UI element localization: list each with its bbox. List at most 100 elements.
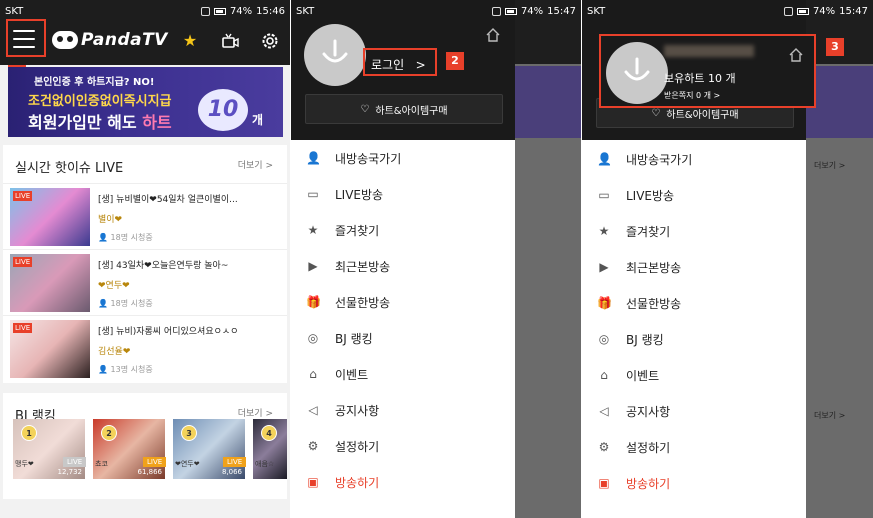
- menu-item[interactable]: 🎁 선물한방송: [291, 284, 515, 320]
- battery-icon: [213, 7, 226, 15]
- home-screen-panel: SKT 74% 15:46 1 PandaTV ★ 본인인증 후 하트지급? N…: [0, 0, 290, 518]
- signal-icon: [200, 6, 210, 16]
- menu-item-label: 내방송국가기: [335, 151, 402, 166]
- highlight-box-1: [6, 19, 46, 57]
- live-thumbnail: LIVE: [10, 320, 90, 378]
- gift-icon: 🎁: [597, 296, 612, 310]
- broadcast-icon: ▣: [598, 476, 610, 490]
- carrier-label: SKT: [587, 5, 606, 17]
- heart-icon: ♡: [651, 107, 661, 119]
- banner-unit: 개: [252, 113, 264, 127]
- menu-item[interactable]: ◎ BJ 랭킹: [291, 320, 515, 356]
- bj-rank-item[interactable]: 4: [253, 419, 287, 479]
- broadcast-icon[interactable]: [220, 31, 240, 51]
- live-item[interactable]: LIVE [생] 43일차❤오늘은연두랑 놀아~ ❤연두❤ 👤 18명 시청중: [3, 249, 287, 315]
- menu-item[interactable]: ▶ 최근본방송: [291, 248, 515, 284]
- annotation-badge-2: 2: [446, 52, 464, 70]
- broadcast-icon: ▣: [307, 475, 319, 489]
- star-icon[interactable]: ★: [180, 31, 200, 51]
- bj-name: 애음☆: [255, 460, 275, 468]
- buy-hearts-button[interactable]: ♡ 하트&아이템구매: [305, 94, 503, 124]
- menu-item[interactable]: ▶ 최근본방송: [582, 249, 806, 285]
- menu-item[interactable]: ▭ LIVE방송: [291, 176, 515, 212]
- megaphone-icon: ◁: [308, 403, 318, 417]
- menu-item[interactable]: ★ 즐겨찾기: [582, 213, 806, 249]
- logo-text: PandaTV: [81, 30, 168, 50]
- menu-item-label: 즐겨찾기: [626, 224, 671, 239]
- menu-item[interactable]: ▣ 방송하기: [582, 465, 806, 501]
- more-link[interactable]: 더보기 >: [238, 406, 273, 419]
- live-tv-icon: ▭: [598, 188, 610, 202]
- live-user: ❤연두❤: [98, 281, 130, 291]
- medal-icon: ◎: [307, 331, 319, 345]
- star-icon: ★: [598, 224, 610, 238]
- menu-item[interactable]: 👤 내방송국가기: [291, 140, 515, 176]
- battery-icon: [504, 7, 517, 15]
- bj-live-tag: LIVE: [63, 457, 87, 467]
- gift-icon: 🎁: [306, 295, 321, 309]
- menu-item-label: 선물한방송: [335, 295, 391, 310]
- menu-item[interactable]: ◁ 공지사항: [291, 392, 515, 428]
- highlight-box-2: [363, 48, 437, 76]
- live-title: [생] 43일차❤오늘은연두랑 놀아~: [98, 261, 229, 271]
- live-section: 실시간 핫이슈 LIVE 더보기 > LIVE [생] 뉴비별이❤54일차 얼큰…: [3, 145, 287, 383]
- menu-item-label: BJ 랭킹: [335, 331, 373, 346]
- menu-item-label: 방송하기: [626, 476, 671, 491]
- bj-name: 쵸코: [95, 460, 108, 468]
- live-item[interactable]: LIVE [생] 뉴비)자롱씨 어디있으셔요ㅇㅅㅇ 김선율❤ 👤 13명 시청중: [3, 315, 287, 381]
- heart-icon: ♡: [360, 103, 370, 115]
- bj-ranking-section: BJ 랭킹 더보기 > 1 12,732 맹두❤ LIVE 2 61,866 쵸…: [3, 393, 287, 499]
- battery-percent: 74%: [812, 5, 836, 17]
- settings-gear-icon[interactable]: [260, 31, 280, 51]
- bj-name: ❤연두❤: [175, 460, 200, 468]
- bj-rank-item[interactable]: 3 8,066: [173, 419, 245, 479]
- person-icon: 👤: [597, 152, 612, 166]
- live-user: 김선율❤: [98, 347, 131, 357]
- cake-icon: ⌂: [600, 368, 608, 382]
- carrier-label: SKT: [5, 5, 24, 17]
- menu-item-label: 즐겨찾기: [335, 223, 380, 238]
- live-views: 👤 18명 시청중: [98, 233, 153, 242]
- play-tv-icon: ▶: [308, 259, 318, 273]
- live-item[interactable]: LIVE [생] 뉴비별이❤54일차 얼큰이별이... 별이❤ 👤 18명 시청…: [3, 183, 287, 249]
- menu-item[interactable]: 👤 내방송국가기: [582, 141, 806, 177]
- signal-icon: [783, 6, 793, 16]
- cake-icon: ⌂: [309, 367, 317, 381]
- gear-icon: ⚙: [307, 439, 319, 453]
- banner-line1: 본인인증 후 하트지급? NO!: [34, 77, 155, 88]
- status-bar: SKT 74% 15:47: [291, 0, 581, 22]
- battery-percent: 74%: [520, 5, 544, 17]
- more-link[interactable]: 더보기 >: [238, 158, 273, 171]
- menu-item-label: 이벤트: [335, 367, 369, 382]
- bj-live-tag: LIVE: [143, 457, 167, 467]
- bj-name: 맹두❤: [15, 460, 34, 468]
- play-tv-icon: ▶: [599, 260, 609, 274]
- battery-percent: 74%: [229, 5, 253, 17]
- carrier-label: SKT: [296, 5, 315, 17]
- drawer-logged-out-panel: SKT 74% 15:47 로그인 > 2 ♡ 하트&아이템구매 👤 내방송국가…: [291, 0, 581, 518]
- menu-item[interactable]: ▭ LIVE방송: [582, 177, 806, 213]
- annotation-badge-3: 3: [826, 38, 844, 56]
- menu-item-label: 방송하기: [335, 475, 380, 490]
- menu-item[interactable]: ◁ 공지사항: [582, 393, 806, 429]
- bj-rank-item[interactable]: 2 61,866: [93, 419, 165, 479]
- live-views: 👤 13명 시청중: [98, 365, 153, 374]
- avatar[interactable]: [304, 24, 366, 86]
- live-views: 👤 18명 시청중: [98, 299, 153, 308]
- dimmed-background[interactable]: 더보기 > 더보기 >: [806, 0, 873, 518]
- menu-item[interactable]: 🎁 선물한방송: [582, 285, 806, 321]
- battery-icon: [796, 7, 809, 15]
- dimmed-background[interactable]: [515, 0, 581, 518]
- menu-item[interactable]: ★ 즐겨찾기: [291, 212, 515, 248]
- menu-item[interactable]: ⌂ 이벤트: [582, 357, 806, 393]
- menu-item[interactable]: ⌂ 이벤트: [291, 356, 515, 392]
- bj-rank-item[interactable]: 1 12,732: [13, 419, 85, 479]
- menu-item[interactable]: ⚙ 설정하기: [291, 428, 515, 464]
- home-icon[interactable]: [485, 27, 501, 43]
- menu-item[interactable]: ⚙ 설정하기: [582, 429, 806, 465]
- promo-banner[interactable]: 본인인증 후 하트지급? NO! 조건없이인증없이즉시지급 회원가입만 해도 하…: [8, 67, 283, 137]
- screenshot-composite: SKT 74% 15:46 1 PandaTV ★ 본인인증 후 하트지급? N…: [0, 0, 873, 518]
- menu-item[interactable]: ▣ 방송하기: [291, 464, 515, 500]
- menu-item[interactable]: ◎ BJ 랭킹: [582, 321, 806, 357]
- megaphone-icon: ◁: [599, 404, 609, 418]
